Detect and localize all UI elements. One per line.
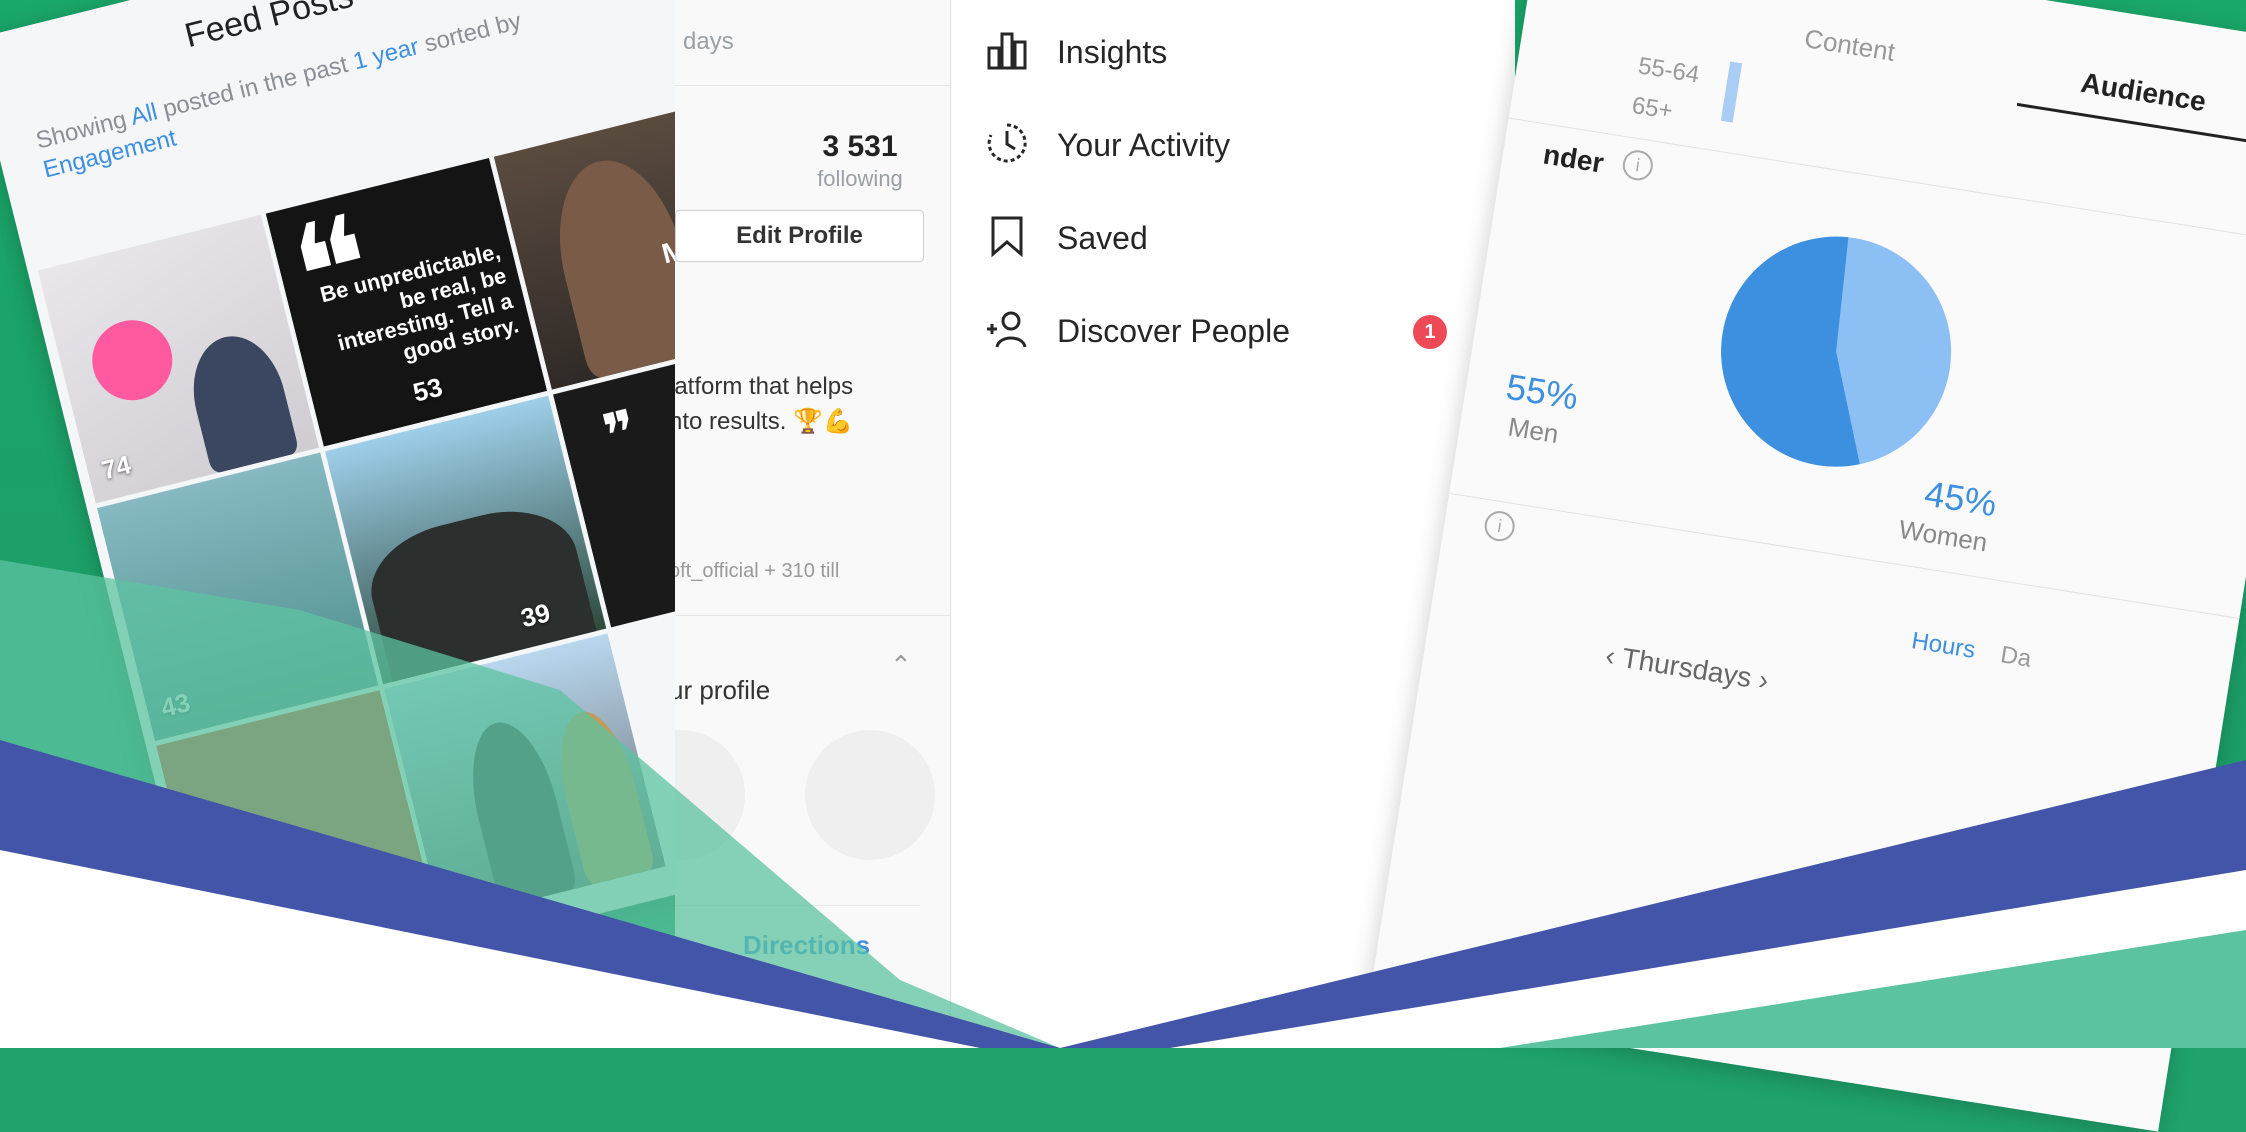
decorative-bands — [0, 560, 2246, 1048]
